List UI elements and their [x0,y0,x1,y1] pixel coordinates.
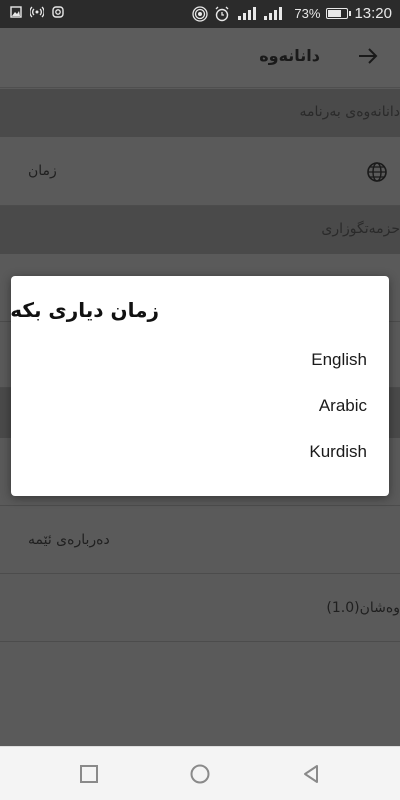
language-dialog: زمان دیاری بکە English Arabic Kurdish [10,276,389,496]
navigation-bar [0,746,400,800]
recent-apps-icon[interactable] [77,762,101,786]
status-right: 73% 13:20 [192,5,392,22]
battery-percent: 73% [294,6,321,21]
language-row[interactable]: زمان [0,137,400,206]
option-kurdish[interactable]: Kurdish [309,442,367,462]
version-row-label: وەشان(1.0) [326,600,400,616]
instagram-icon [52,6,64,18]
status-left-icons [10,6,64,18]
battery-icon [326,8,352,19]
hotspot-icon [30,6,44,18]
about-row[interactable]: دەربارەی ئێمە [0,506,400,574]
status-bar: 73% 13:20 [0,0,400,28]
home-icon[interactable] [188,762,212,786]
arrow-right-icon[interactable] [354,42,382,70]
section-package: حزمەتگوزاری [0,206,400,254]
page-title: دانانەوە [259,46,320,65]
alarm-icon [215,6,229,21]
globe-icon [367,162,387,182]
clock: 13:20 [354,5,392,22]
section-app-settings: دانانەوەی بەرنامە [0,89,400,137]
battery-fill [328,10,341,17]
signal-3g-icon [238,6,257,20]
image-icon [10,6,22,18]
section-app-settings-label: دانانەوەی بەرنامە [299,104,400,120]
hotspot-icon [192,5,209,22]
option-english[interactable]: English [311,350,367,370]
language-row-label: زمان [28,163,57,179]
app-bar: دانانەوە [0,28,400,88]
section-package-label: حزمەتگوزاری [321,221,400,237]
version-row[interactable]: وەشان(1.0) [0,574,400,642]
option-arabic[interactable]: Arabic [319,396,367,416]
back-icon[interactable] [299,762,323,786]
dialog-title: زمان دیاری بکە [10,298,159,322]
about-row-label: دەربارەی ئێمە [28,532,110,548]
signal-4g-icon [264,6,283,20]
